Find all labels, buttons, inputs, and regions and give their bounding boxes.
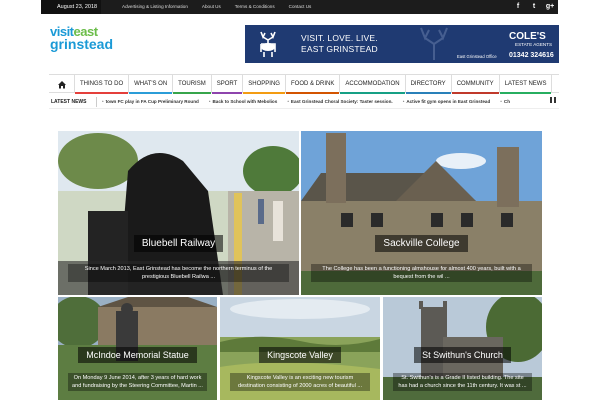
nav-item-latest-news[interactable]: LATEST NEWS bbox=[499, 75, 553, 94]
top-links: Advertising & Listing Information About … bbox=[115, 0, 318, 14]
current-date: August 23, 2018 bbox=[41, 0, 101, 14]
deer-icon bbox=[260, 31, 276, 57]
ad-brand-sub: ESTATE AGENTS bbox=[515, 42, 553, 47]
ticker-item[interactable]: Active fit gym opens in East Grinstead bbox=[398, 99, 496, 104]
site-logo[interactable]: visiteast grinstead bbox=[50, 25, 140, 65]
nav-item-community[interactable]: COMMUNITY bbox=[451, 75, 500, 94]
tile-description: Since March 2013, East Grinstead has bec… bbox=[68, 264, 289, 282]
nav-home[interactable] bbox=[49, 75, 75, 93]
logo-text-grinstead: grinstead bbox=[50, 36, 114, 52]
nav-item-sport[interactable]: SPORT bbox=[211, 75, 244, 94]
nav-item-accommodation[interactable]: ACCOMMODATION bbox=[340, 75, 406, 94]
ticker-item[interactable]: East Grinstead Choral Society: Taster se… bbox=[282, 99, 397, 104]
feature-tile-sackville-college[interactable]: Sackville College The College has been a… bbox=[301, 131, 542, 295]
feature-tile-st-swithuns-church[interactable]: St Swithun's Church St. Swithun's is a G… bbox=[383, 297, 542, 400]
ticker-items: town FC play in FA Cup Preliminary Round… bbox=[97, 99, 537, 104]
tile-title[interactable]: McIndoe Memorial Statue bbox=[78, 347, 197, 363]
nav-item-shopping[interactable]: SHOPPING bbox=[243, 75, 286, 94]
feature-tile-mcindoe-memorial[interactable]: McIndoe Memorial Statue On Monday 9 June… bbox=[58, 297, 217, 400]
tile-title[interactable]: Sackville College bbox=[375, 235, 468, 252]
tile-title[interactable]: St Swithun's Church bbox=[414, 347, 511, 363]
nav-item-whats-on[interactable]: WHAT'S ON bbox=[129, 75, 174, 94]
home-icon bbox=[57, 80, 66, 88]
social-links: f t g+ bbox=[510, 0, 558, 14]
top-link-about[interactable]: About Us bbox=[195, 0, 228, 14]
ad-phone: 01342 324616 bbox=[509, 52, 554, 59]
googleplus-icon[interactable]: g+ bbox=[542, 0, 558, 14]
twitter-icon[interactable]: t bbox=[526, 0, 542, 14]
nav-item-directory[interactable]: DIRECTORY bbox=[405, 75, 452, 94]
feature-tile-bluebell-railway[interactable]: Bluebell Railway Since March 2013, East … bbox=[58, 131, 299, 295]
top-link-advertising[interactable]: Advertising & Listing Information bbox=[115, 0, 195, 14]
ad-slogan: VISIT. LOVE. LIVE. bbox=[301, 33, 378, 43]
tile-description: Kingscote Valley is an exciting new tour… bbox=[230, 373, 370, 391]
feature-tile-kingscote-valley[interactable]: Kingscote Valley Kingscote Valley is an … bbox=[220, 297, 380, 400]
deer-watermark-icon bbox=[420, 27, 448, 60]
ad-office: East Grinstead Office bbox=[457, 54, 497, 59]
nav-item-food-drink[interactable]: FOOD & DRINK bbox=[285, 75, 341, 94]
top-link-terms[interactable]: Terms & Conditions bbox=[228, 0, 282, 14]
tile-description: The College has been a functioning almsh… bbox=[311, 264, 532, 282]
facebook-icon[interactable]: f bbox=[510, 0, 526, 14]
pause-icon bbox=[550, 96, 556, 103]
ticker-label: LATEST NEWS bbox=[49, 96, 97, 107]
tile-description: On Monday 9 June 2014, after 3 years of … bbox=[68, 373, 207, 391]
ad-brand: COLE'S bbox=[509, 31, 546, 42]
top-bar: August 23, 2018 Advertising & Listing In… bbox=[41, 0, 558, 14]
news-ticker: LATEST NEWS town FC play in FA Cup Preli… bbox=[49, 95, 559, 109]
tile-description: St. Swithun's is a Grade II listed build… bbox=[393, 373, 532, 391]
nav-item-tourism[interactable]: TOURISM bbox=[173, 75, 212, 94]
tile-title[interactable]: Bluebell Railway bbox=[133, 235, 224, 252]
ticker-item[interactable]: Back to School with Mebolios bbox=[204, 99, 282, 104]
ticker-item[interactable]: town FC play in FA Cup Preliminary Round bbox=[97, 99, 204, 104]
ticker-control[interactable] bbox=[547, 96, 559, 108]
tile-title[interactable]: Kingscote Valley bbox=[259, 347, 341, 363]
ad-town: EAST GRINSTEAD bbox=[301, 44, 378, 54]
nav-item-things-to-do[interactable]: THINGS TO DO bbox=[75, 75, 130, 94]
main-nav: THINGS TO DO WHAT'S ON TOURISM SPORT SHO… bbox=[49, 74, 559, 94]
top-link-contact[interactable]: Contact Us bbox=[282, 0, 319, 14]
ticker-item[interactable]: Ch bbox=[495, 99, 515, 104]
ad-banner[interactable]: VISIT. LOVE. LIVE. EAST GRINSTEAD COLE'S… bbox=[245, 25, 559, 63]
